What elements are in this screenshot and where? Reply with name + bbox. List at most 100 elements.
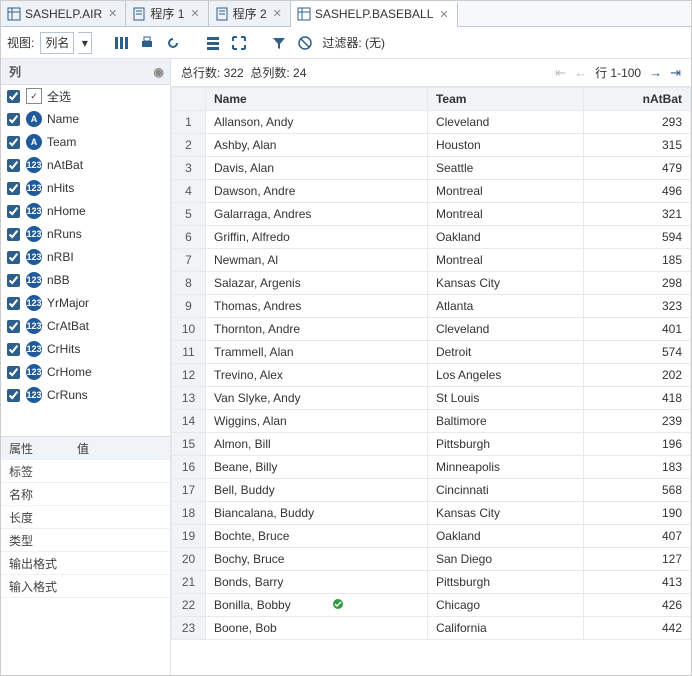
- cell-natbat[interactable]: 298: [584, 272, 691, 295]
- cell-team[interactable]: Cleveland: [427, 318, 583, 341]
- col-header-Team[interactable]: Team: [427, 88, 583, 111]
- cell-natbat[interactable]: 401: [584, 318, 691, 341]
- cell-team[interactable]: Oakland: [427, 226, 583, 249]
- table-row[interactable]: 14Wiggins, AlanBaltimore239: [172, 410, 691, 433]
- cell-natbat[interactable]: 127: [584, 548, 691, 571]
- column-checkbox[interactable]: [7, 228, 20, 241]
- print-icon[interactable]: [136, 32, 158, 54]
- rows-icon[interactable]: [202, 32, 224, 54]
- column-row-nHits[interactable]: 123nHits: [1, 177, 170, 200]
- cell-name[interactable]: Almon, Bill: [206, 433, 428, 456]
- table-row[interactable]: 8Salazar, ArgenisKansas City298: [172, 272, 691, 295]
- cell-name[interactable]: Biancalana, Buddy: [206, 502, 428, 525]
- cell-name[interactable]: Griffin, Alfredo: [206, 226, 428, 249]
- table-row[interactable]: 9Thomas, AndresAtlanta323: [172, 295, 691, 318]
- cell-team[interactable]: St Louis: [427, 387, 583, 410]
- cell-name[interactable]: Bochte, Bruce: [206, 525, 428, 548]
- prop-row[interactable]: 长度: [1, 506, 170, 529]
- cell-natbat[interactable]: 594: [584, 226, 691, 249]
- cell-name[interactable]: Davis, Alan: [206, 157, 428, 180]
- table-row[interactable]: 16Beane, BillyMinneapolis183: [172, 456, 691, 479]
- tab-0[interactable]: SASHELP.AIR✕: [1, 1, 126, 26]
- cell-natbat[interactable]: 323: [584, 295, 691, 318]
- cell-name[interactable]: Bonds, Barry: [206, 571, 428, 594]
- cell-natbat[interactable]: 418: [584, 387, 691, 410]
- table-row[interactable]: 11Trammell, AlanDetroit574: [172, 341, 691, 364]
- cell-natbat[interactable]: 574: [584, 341, 691, 364]
- cell-name[interactable]: Beane, Billy: [206, 456, 428, 479]
- cell-name[interactable]: Trevino, Alex: [206, 364, 428, 387]
- cell-natbat[interactable]: 202: [584, 364, 691, 387]
- column-row-nRBI[interactable]: 123nRBI: [1, 246, 170, 269]
- cell-team[interactable]: Los Angeles: [427, 364, 583, 387]
- column-checkbox[interactable]: [7, 159, 20, 172]
- cell-natbat[interactable]: 196: [584, 433, 691, 456]
- column-row-CrAtBat[interactable]: 123CrAtBat: [1, 315, 170, 338]
- column-row-YrMajor[interactable]: 123YrMajor: [1, 292, 170, 315]
- cell-name[interactable]: Thomas, Andres: [206, 295, 428, 318]
- prop-row[interactable]: 输入格式: [1, 575, 170, 598]
- column-checkbox[interactable]: [7, 297, 20, 310]
- select-all-row[interactable]: ✓全选: [1, 85, 170, 108]
- cell-natbat[interactable]: 293: [584, 111, 691, 134]
- cell-name[interactable]: Wiggins, Alan: [206, 410, 428, 433]
- close-icon[interactable]: ✕: [190, 7, 199, 20]
- prev-page-icon[interactable]: ←: [574, 65, 587, 80]
- table-row[interactable]: 15Almon, BillPittsburgh196: [172, 433, 691, 456]
- cell-natbat[interactable]: 442: [584, 617, 691, 640]
- cell-natbat[interactable]: 321: [584, 203, 691, 226]
- col-header-nAtBat[interactable]: nAtBat: [584, 88, 691, 111]
- table-row[interactable]: 17Bell, BuddyCincinnati568: [172, 479, 691, 502]
- cell-team[interactable]: Oakland: [427, 525, 583, 548]
- view-select[interactable]: 列名: [40, 32, 74, 54]
- cell-name[interactable]: Bell, Buddy: [206, 479, 428, 502]
- cell-team[interactable]: Pittsburgh: [427, 571, 583, 594]
- cell-natbat[interactable]: 183: [584, 456, 691, 479]
- cell-team[interactable]: Montreal: [427, 180, 583, 203]
- column-row-nRuns[interactable]: 123nRuns: [1, 223, 170, 246]
- cell-name[interactable]: Allanson, Andy: [206, 111, 428, 134]
- expand-icon[interactable]: [228, 32, 250, 54]
- table-row[interactable]: 18Biancalana, BuddyKansas City190: [172, 502, 691, 525]
- column-checkbox[interactable]: [7, 274, 20, 287]
- table-row[interactable]: 12Trevino, AlexLos Angeles202: [172, 364, 691, 387]
- filter-icon[interactable]: [268, 32, 290, 54]
- cell-natbat[interactable]: 407: [584, 525, 691, 548]
- cell-name[interactable]: Salazar, Argenis: [206, 272, 428, 295]
- prop-row[interactable]: 类型: [1, 529, 170, 552]
- column-row-Name[interactable]: AName: [1, 108, 170, 131]
- table-row[interactable]: 23Boone, BobCalifornia442: [172, 617, 691, 640]
- cell-name[interactable]: Galarraga, Andres: [206, 203, 428, 226]
- view-select-dropdown[interactable]: ▾: [78, 32, 92, 54]
- rownum-header[interactable]: [172, 88, 206, 111]
- cell-natbat[interactable]: 315: [584, 134, 691, 157]
- last-page-icon[interactable]: ⇥: [670, 65, 681, 81]
- cell-natbat[interactable]: 426: [584, 594, 691, 617]
- table-row[interactable]: 19Bochte, BruceOakland407: [172, 525, 691, 548]
- cell-team[interactable]: Pittsburgh: [427, 433, 583, 456]
- col-header-Name[interactable]: Name: [206, 88, 428, 111]
- column-checkbox[interactable]: [7, 389, 20, 402]
- cell-name[interactable]: Boone, Bob: [206, 617, 428, 640]
- close-icon[interactable]: ✕: [108, 7, 117, 20]
- prop-row[interactable]: 输出格式: [1, 552, 170, 575]
- cell-name[interactable]: Bonilla, Bobby: [206, 594, 428, 617]
- cell-name[interactable]: Thornton, Andre: [206, 318, 428, 341]
- cell-team[interactable]: Seattle: [427, 157, 583, 180]
- column-checkbox[interactable]: [7, 366, 20, 379]
- cell-team[interactable]: Detroit: [427, 341, 583, 364]
- close-icon[interactable]: ✕: [273, 7, 282, 20]
- cell-name[interactable]: Ashby, Alan: [206, 134, 428, 157]
- column-row-CrRuns[interactable]: 123CrRuns: [1, 384, 170, 407]
- tab-2[interactable]: 程序 2✕: [209, 1, 291, 26]
- select-all-checkbox[interactable]: [7, 90, 20, 103]
- column-checkbox[interactable]: [7, 136, 20, 149]
- tab-1[interactable]: 程序 1✕: [126, 1, 208, 26]
- table-row[interactable]: 6Griffin, AlfredoOakland594: [172, 226, 691, 249]
- clear-filter-icon[interactable]: [294, 32, 316, 54]
- cell-team[interactable]: Kansas City: [427, 272, 583, 295]
- first-page-icon[interactable]: ⇤: [555, 65, 566, 81]
- cell-team[interactable]: Minneapolis: [427, 456, 583, 479]
- cell-team[interactable]: San Diego: [427, 548, 583, 571]
- column-checkbox[interactable]: [7, 251, 20, 264]
